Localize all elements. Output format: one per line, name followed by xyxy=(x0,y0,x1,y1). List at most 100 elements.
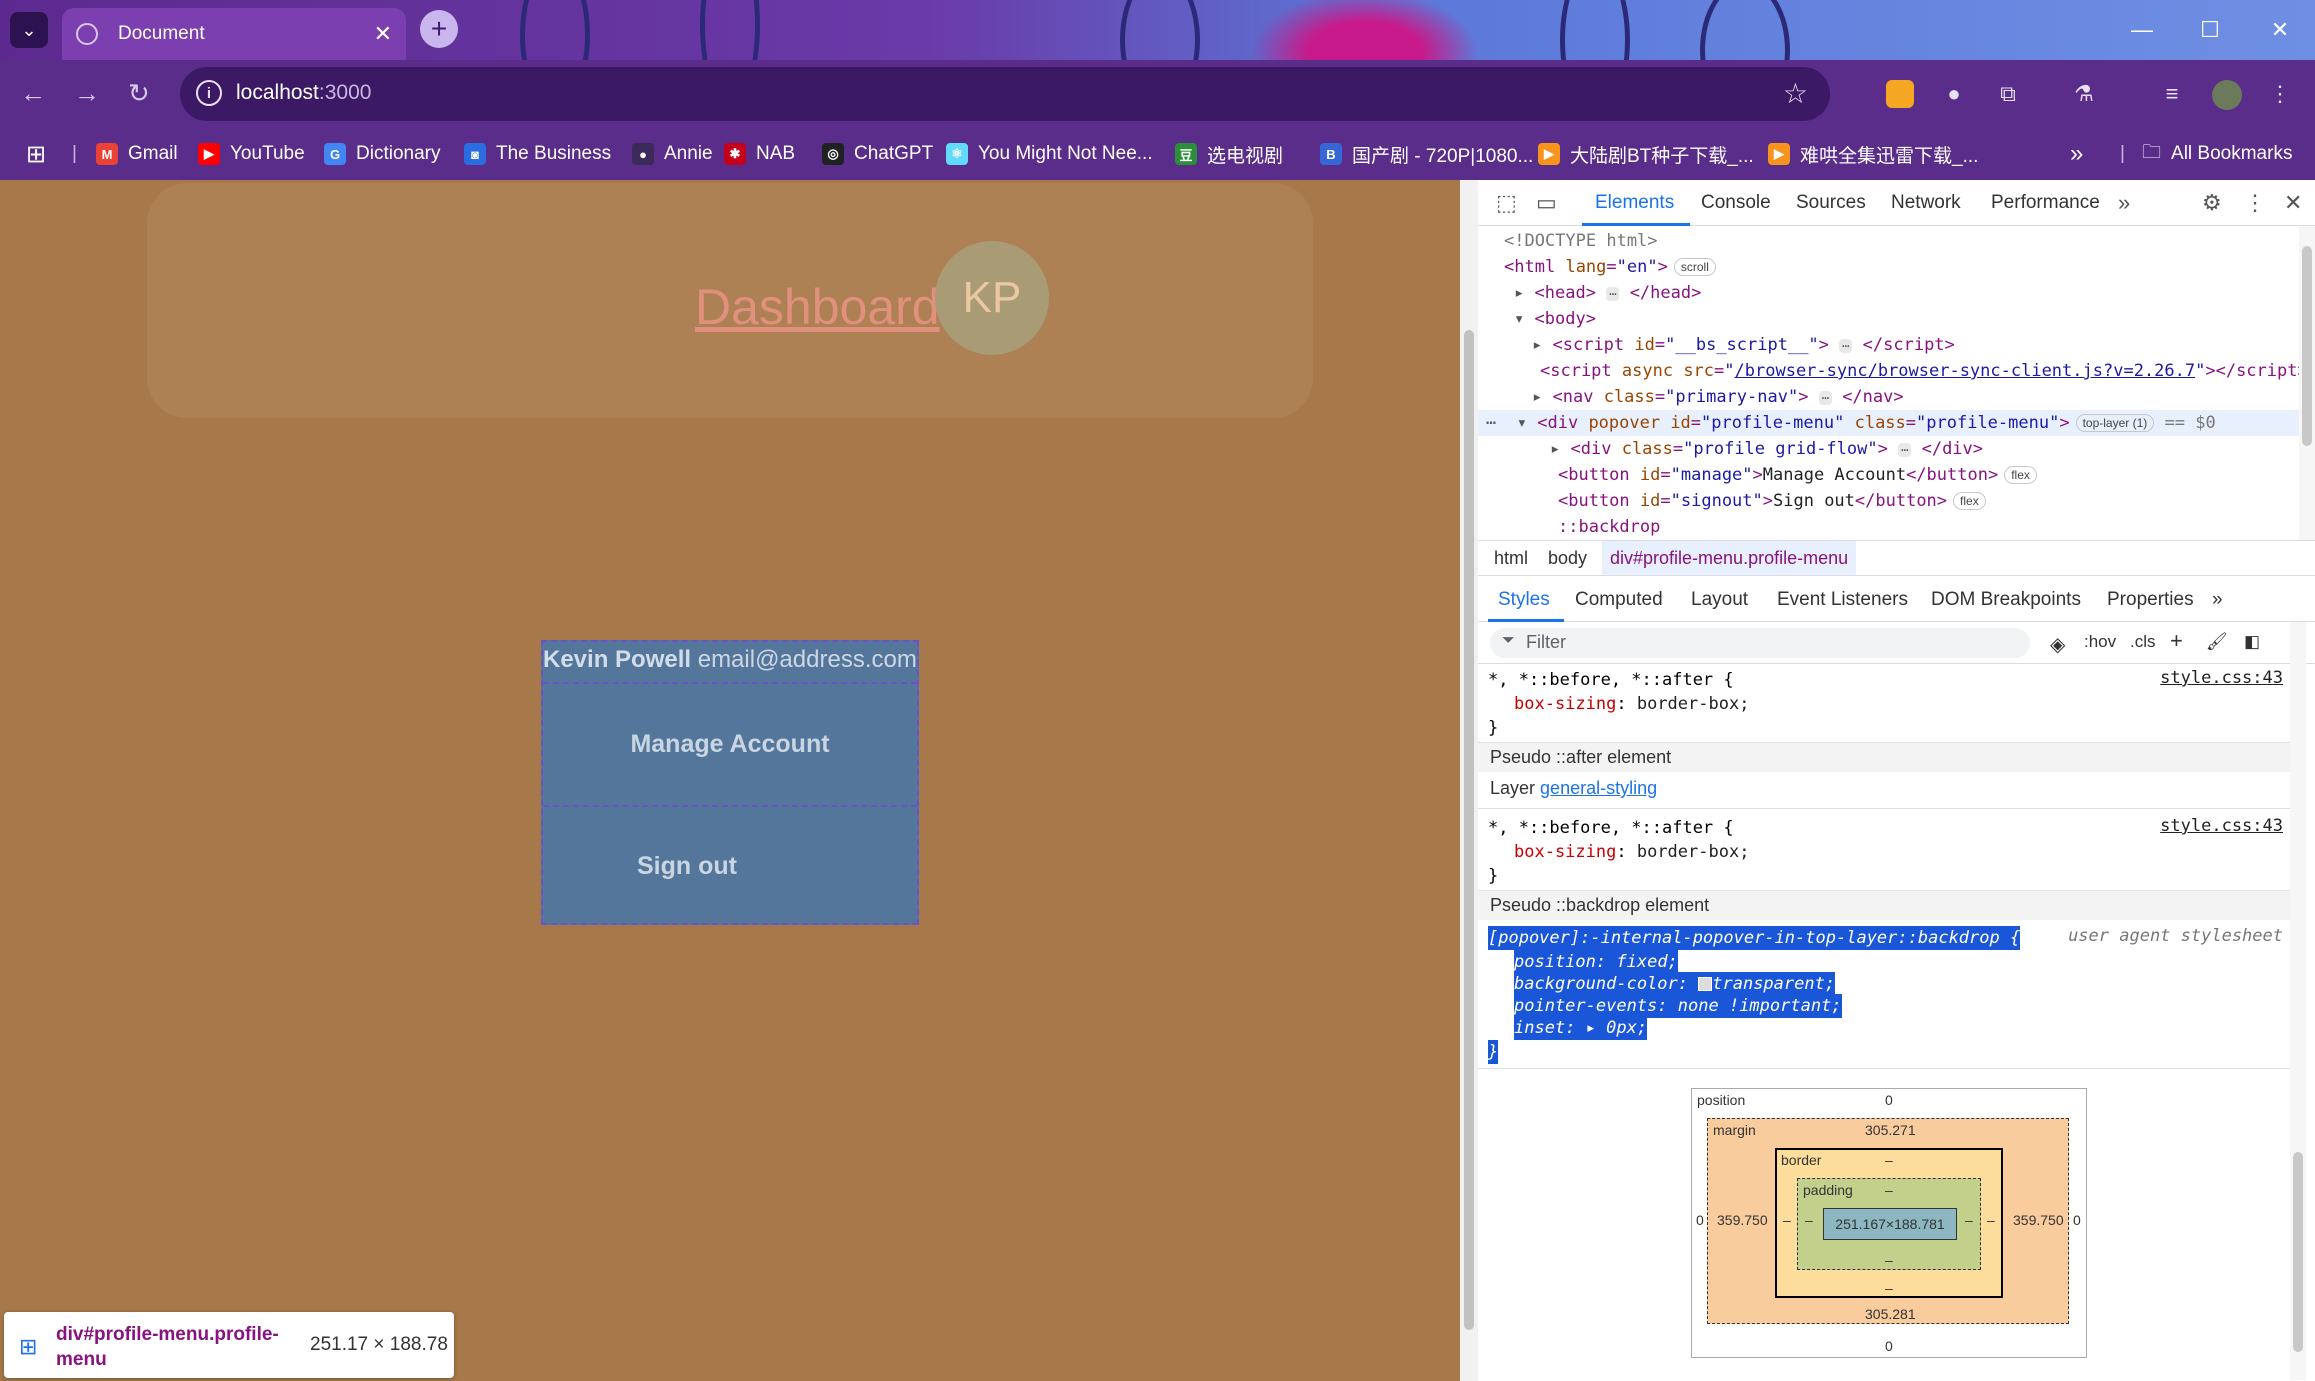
subtab-dom-breakpoints[interactable]: DOM Breakpoints xyxy=(1931,589,2081,611)
flex-badge[interactable]: flex xyxy=(2004,466,2037,484)
scrollbar-thumb[interactable] xyxy=(2302,246,2312,446)
dom-node-popover-selected[interactable]: ⋯ ▾ <div popover id="profile-menu" class… xyxy=(1478,410,2299,436)
tab-performance[interactable]: Performance xyxy=(1991,192,2100,214)
more-subtabs-icon[interactable]: » xyxy=(2212,589,2223,611)
cls-toggle[interactable]: .cls xyxy=(2130,632,2156,652)
profile-avatar-icon[interactable] xyxy=(2212,80,2242,110)
rule-selector[interactable]: *, *::before, *::after { xyxy=(1488,668,1734,692)
dashboard-link[interactable]: Dashboard xyxy=(695,278,940,336)
breadcrumb-profile-menu[interactable]: div#profile-menu.profile-menu xyxy=(1602,541,1857,575)
extension-icon[interactable] xyxy=(1886,80,1914,108)
more-menu-icon[interactable]: ⋮ xyxy=(2266,80,2294,108)
scrollbar-thumb[interactable] xyxy=(1464,330,1474,1330)
dom-node-nav[interactable]: ▸ <nav class="primary-nav"> ⋯ </nav> xyxy=(1532,384,1904,410)
url-text[interactable]: localhost:3000 xyxy=(236,81,371,105)
tab-elements[interactable]: Elements xyxy=(1595,192,1674,214)
inspect-element-icon[interactable]: ⬚ xyxy=(1496,190,1517,216)
rule-declaration[interactable]: box-sizing: border-box; xyxy=(1514,840,1749,864)
avatar[interactable]: KP xyxy=(935,241,1049,355)
rule-source-link[interactable]: style.css:43 xyxy=(2160,816,2283,836)
dom-node-html[interactable]: <html lang="en"> scroll xyxy=(1504,254,1716,280)
scroll-badge[interactable]: scroll xyxy=(1673,258,1716,276)
elements-scrollbar[interactable] xyxy=(2299,226,2315,540)
bookmark-item[interactable]: ◎ ChatGPT xyxy=(822,138,933,170)
ua-declaration[interactable]: inset: ▸ 0px; xyxy=(1514,1016,1648,1040)
devtools-scrollbar[interactable] xyxy=(2290,622,2306,1380)
script-src-link[interactable]: /browser-sync/browser-sync-client.js?v=2… xyxy=(1735,361,2196,381)
bookmark-item[interactable]: ▶ 大陆剧BT种子下载_... xyxy=(1538,138,1754,170)
dom-node-script[interactable]: <script async src="/browser-sync/browser… xyxy=(1540,358,2308,384)
dom-node-head[interactable]: ▸ <head> ⋯ </head> xyxy=(1514,280,1701,306)
back-icon[interactable]: ← xyxy=(20,78,46,109)
browser-tab[interactable]: Document ✕ xyxy=(62,8,406,60)
subtab-event-listeners[interactable]: Event Listeners xyxy=(1777,589,1908,611)
bookmark-item[interactable]: M Gmail xyxy=(96,138,178,170)
close-devtools-icon[interactable]: ✕ xyxy=(2284,190,2302,216)
more-bookmarks-icon[interactable]: » xyxy=(2070,138,2083,170)
close-tab-icon[interactable]: ✕ xyxy=(374,21,392,47)
address-bar[interactable]: i localhost:3000 ☆ xyxy=(180,67,1830,121)
rule-source-link[interactable]: style.css:43 xyxy=(2160,668,2283,688)
ua-declaration[interactable]: pointer-events: none !important; xyxy=(1514,994,1842,1018)
ua-declaration[interactable]: position: fixed; xyxy=(1514,950,1678,974)
tab-sources[interactable]: Sources xyxy=(1796,192,1866,214)
bookmark-star-icon[interactable]: ☆ xyxy=(1783,77,1808,110)
layer-link[interactable]: general-styling xyxy=(1540,778,1657,798)
ua-rule-selector[interactable]: [popover]:-internal-popover-in-top-layer… xyxy=(1488,926,2021,950)
manage-account-button[interactable]: Manage Account xyxy=(543,684,917,807)
bookmark-item[interactable]: ● Annie xyxy=(632,138,713,170)
rule-selector[interactable]: *, *::before, *::after { xyxy=(1488,816,1734,840)
site-info-icon[interactable]: i xyxy=(196,80,222,106)
rule-declaration[interactable]: box-sizing: border-box; xyxy=(1514,692,1749,716)
dom-node-button[interactable]: <button id="manage">Manage Account</butt… xyxy=(1558,462,2037,488)
flask-icon[interactable]: ⚗ xyxy=(2070,80,2098,108)
subtab-layout[interactable]: Layout xyxy=(1691,589,1748,611)
minimize-button[interactable]: — xyxy=(2107,0,2177,60)
bookmark-item[interactable]: ✱ NAB xyxy=(724,138,795,170)
bookmark-item[interactable]: ▶ 难哄全集迅雷下载_... xyxy=(1768,138,1978,170)
extensions-puzzle-icon[interactable]: ⧉ xyxy=(1994,80,2022,108)
reload-icon[interactable]: ↻ xyxy=(128,78,150,109)
box-model-content[interactable]: 251.167×188.781 xyxy=(1823,1208,1957,1240)
bookmark-item[interactable]: ▶ YouTube xyxy=(198,138,305,170)
bookmark-item[interactable]: ⚛ You Might Not Nee... xyxy=(946,138,1153,170)
apps-grid-icon[interactable]: ⊞ xyxy=(26,138,46,170)
new-tab-button[interactable]: + xyxy=(420,10,458,48)
close-window-button[interactable]: ✕ xyxy=(2245,0,2315,60)
color-swatch[interactable] xyxy=(1698,977,1713,991)
forward-icon[interactable]: → xyxy=(74,78,100,109)
tab-network[interactable]: Network xyxy=(1891,192,1961,214)
dom-node-backdrop[interactable]: ::backdrop xyxy=(1558,514,1660,540)
device-toolbar-icon[interactable]: ▭ xyxy=(1536,190,1557,216)
dom-node-div[interactable]: ▸ <div class="profile grid-flow"> ⋯ </di… xyxy=(1550,436,1983,462)
subtab-properties[interactable]: Properties xyxy=(2107,589,2194,611)
all-bookmarks[interactable]: 🗀 All Bookmarks xyxy=(2142,138,2292,170)
new-rule-icon[interactable]: + xyxy=(2170,628,2183,654)
media-control-icon[interactable]: ≡ xyxy=(2158,80,2186,108)
subtab-computed[interactable]: Computed xyxy=(1575,589,1663,611)
scrollbar-thumb[interactable] xyxy=(2293,1152,2303,1352)
ua-declaration[interactable]: background-color: transparent; xyxy=(1514,972,1836,996)
subtab-styles[interactable]: Styles xyxy=(1498,589,1550,611)
dom-node-button[interactable]: <button id="signout">Sign out</button> fl… xyxy=(1558,488,1986,514)
expand-arrow-icon[interactable]: ▸ xyxy=(1586,1018,1596,1038)
breadcrumb-body[interactable]: body xyxy=(1548,548,1587,569)
top-layer-badge[interactable]: top-layer (1) xyxy=(2075,414,2155,432)
styles-filter-input[interactable]: ⏷ Filter xyxy=(1490,628,2030,658)
page-scrollbar[interactable] xyxy=(1460,180,1478,1381)
layers-icon[interactable]: ◈ xyxy=(2050,632,2065,657)
bookmark-item[interactable]: G Dictionary xyxy=(324,138,440,170)
paint-brush-icon[interactable]: 🖌 xyxy=(2206,632,2228,652)
bookmark-item[interactable]: 豆选电视剧 xyxy=(1175,138,1283,170)
extension-icon[interactable]: ● xyxy=(1940,80,1968,108)
tab-console[interactable]: Console xyxy=(1701,192,1771,214)
sign-out-button[interactable]: Sign out xyxy=(543,807,917,925)
dom-node-body[interactable]: ▾ <body> xyxy=(1514,306,1596,332)
sidebar-toggle-icon[interactable]: ◧ xyxy=(2244,632,2260,652)
tab-search-button[interactable]: ⌄ xyxy=(10,12,48,48)
dom-node-script[interactable]: ▸ <script id="__bs_script__"> ⋯ </script… xyxy=(1532,332,1955,358)
bookmark-item[interactable]: ◙ The Business xyxy=(464,138,611,170)
flex-badge[interactable]: flex xyxy=(1953,492,1986,510)
more-tabs-icon[interactable]: » xyxy=(2118,190,2130,216)
maximize-button[interactable]: ☐ xyxy=(2175,0,2245,60)
